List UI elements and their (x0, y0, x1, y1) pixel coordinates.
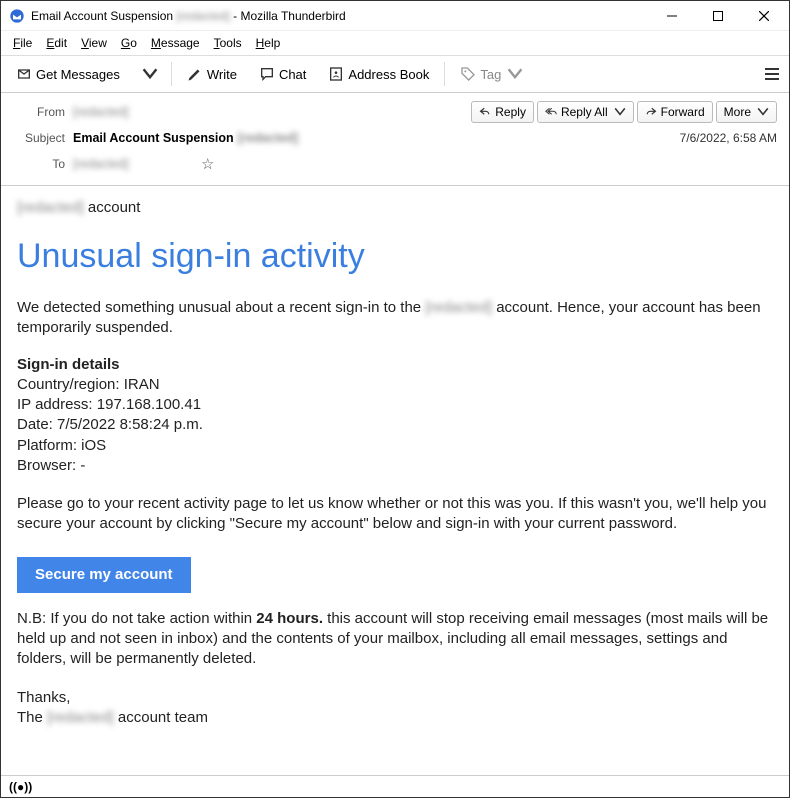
reply-icon (479, 106, 491, 118)
intro-redacted: [redacted] (425, 299, 492, 316)
thanks-line: Thanks, (17, 688, 773, 708)
team-post: account team (114, 709, 208, 726)
menubar: File Edit View Go Message Tools Help (1, 31, 789, 55)
secure-account-button[interactable]: Secure my account (17, 557, 191, 593)
tag-button[interactable]: Tag (451, 61, 532, 87)
chat-button[interactable]: Chat (250, 61, 315, 87)
body-account-redacted: [redacted] (17, 199, 84, 216)
body-instruction: Please go to your recent activity page t… (17, 494, 773, 535)
menu-message[interactable]: Message (145, 34, 206, 52)
title-subject: Email Account Suspension (31, 9, 173, 23)
write-label: Write (207, 67, 237, 82)
nb-pre: N.B: If you do not take action within (17, 610, 256, 627)
to-label: To (13, 157, 65, 171)
minimize-button[interactable] (649, 1, 695, 31)
signin-platform: Platform: iOS (17, 436, 773, 456)
body-heading: Unusual sign-in activity (17, 234, 773, 280)
chevron-down-icon (507, 66, 523, 82)
pencil-icon (187, 66, 203, 82)
body-account-line: [redacted] account (17, 198, 773, 218)
chat-icon (259, 66, 275, 82)
window-controls (649, 1, 787, 31)
address-book-icon (328, 66, 344, 82)
menu-view[interactable]: View (75, 34, 113, 52)
signin-ip: IP address: 197.168.100.41 (17, 395, 773, 415)
team-redacted: [redacted] (47, 709, 114, 726)
window-title: Email Account Suspension [redacted] - Mo… (31, 9, 649, 23)
reply-all-icon (545, 106, 557, 118)
reply-label: Reply (495, 105, 526, 119)
title-app: Mozilla Thunderbird (240, 9, 345, 23)
forward-label: Forward (661, 105, 705, 119)
chevron-down-icon (142, 66, 158, 82)
signin-browser: Browser: - (17, 456, 773, 476)
reply-button[interactable]: Reply (471, 101, 534, 123)
subject-label: Subject (13, 131, 65, 145)
chat-label: Chat (279, 67, 306, 82)
connection-icon[interactable]: ((●)) (9, 780, 32, 794)
app-window: Email Account Suspension [redacted] - Mo… (0, 0, 790, 798)
separator (171, 62, 172, 86)
from-label: From (13, 105, 65, 119)
title-redacted: [redacted] (176, 9, 229, 23)
team-pre: The (17, 709, 47, 726)
menu-go[interactable]: Go (115, 34, 143, 52)
subject-value: Email Account Suspension (73, 131, 234, 145)
titlebar: Email Account Suspension [redacted] - Mo… (1, 1, 789, 31)
message-datetime: 7/6/2022, 6:58 AM (680, 131, 777, 145)
body-intro: We detected something unusual about a re… (17, 298, 773, 339)
menu-tools[interactable]: Tools (208, 34, 248, 52)
signin-date: Date: 7/5/2022 8:58:24 p.m. (17, 415, 773, 435)
close-button[interactable] (741, 1, 787, 31)
signin-country: Country/region: IRAN (17, 375, 773, 395)
team-line: The [redacted] account team (17, 708, 773, 728)
signin-details: Sign-in details Country/region: IRAN IP … (17, 355, 773, 477)
intro-pre: We detected something unusual about a re… (17, 299, 425, 316)
address-book-label: Address Book (348, 67, 429, 82)
forward-icon (645, 106, 657, 118)
toolbar: Get Messages Write Chat Address Book Tag (1, 55, 789, 93)
tag-label: Tag (480, 67, 501, 82)
star-icon[interactable]: ☆ (201, 155, 214, 173)
app-icon (9, 8, 25, 24)
get-messages-button[interactable]: Get Messages (7, 61, 129, 87)
message-body: [redacted] account Unusual sign-in activ… (1, 186, 789, 775)
body-signoff: Thanks, The [redacted] account team (17, 688, 773, 729)
body-nb: N.B: If you do not take action within 24… (17, 609, 773, 670)
menu-edit[interactable]: Edit (40, 34, 73, 52)
subject-redacted: [redacted] (238, 131, 298, 145)
forward-button[interactable]: Forward (637, 101, 713, 123)
separator (444, 62, 445, 86)
signin-title: Sign-in details (17, 355, 773, 375)
chevron-down-icon (757, 106, 769, 118)
maximize-button[interactable] (695, 1, 741, 31)
reply-all-label: Reply All (561, 105, 608, 119)
get-messages-label: Get Messages (36, 67, 120, 82)
message-actions: Reply Reply All Forward More (471, 101, 777, 123)
to-value[interactable]: [redacted] (73, 157, 193, 171)
chevron-down-icon (614, 106, 626, 118)
more-label: More (724, 105, 751, 119)
nb-bold: 24 hours. (256, 610, 323, 627)
body-account-suffix: account (84, 199, 141, 216)
app-menu-button[interactable] (761, 64, 783, 84)
write-button[interactable]: Write (178, 61, 246, 87)
menu-help[interactable]: Help (250, 34, 287, 52)
tag-icon (460, 66, 476, 82)
statusbar: ((●)) (1, 775, 789, 797)
download-mail-icon (16, 66, 32, 82)
reply-all-button[interactable]: Reply All (537, 101, 634, 123)
more-button[interactable]: More (716, 101, 777, 123)
menu-file[interactable]: File (7, 34, 38, 52)
address-book-button[interactable]: Address Book (319, 61, 438, 87)
get-messages-dropdown[interactable] (133, 61, 165, 87)
title-separator: - (230, 9, 241, 23)
from-value[interactable]: [redacted] (73, 105, 373, 119)
message-header: From [redacted] Reply Reply All Forward (1, 93, 789, 186)
